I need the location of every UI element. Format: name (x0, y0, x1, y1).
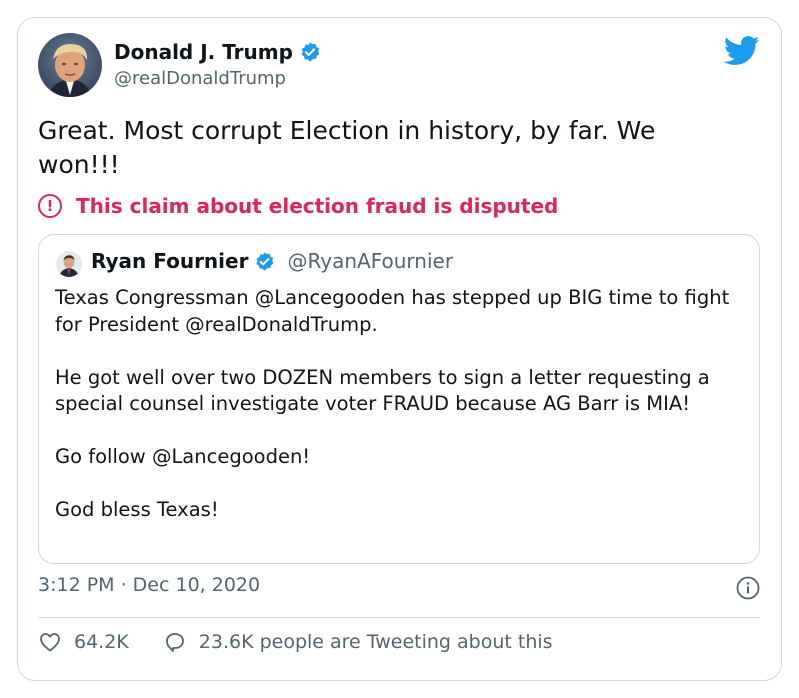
quoted-paragraph: Go follow @Lancegooden! (55, 445, 311, 468)
conversation-text: 23.6K people are Tweeting about this (198, 631, 553, 653)
quoted-tweet[interactable]: Ryan Fournier @RyanAFournier Texas Congr… (38, 234, 760, 564)
tweet-card: Donald J. Trump @realDonaldTrump Great. … (17, 17, 782, 681)
author-name[interactable]: Donald J. Trump (114, 40, 321, 64)
divider (38, 617, 760, 618)
speech-bubble-icon (165, 633, 184, 652)
tweet-timestamp[interactable]: 3:12 PM · Dec 10, 2020 (38, 574, 260, 596)
author-name-text: Donald J. Trump (114, 40, 293, 64)
quoted-author-name[interactable]: Ryan Fournier (91, 249, 248, 273)
tweet-text-line: won!!! (38, 150, 120, 179)
tweet-text-line: Great. Most corrupt Election in history,… (38, 116, 656, 145)
quoted-author-handle[interactable]: @RyanAFournier (287, 249, 453, 273)
quoted-paragraph: Texas Congressman @Lancegooden has stepp… (55, 286, 730, 336)
disputed-notice[interactable]: ! This claim about election fraud is dis… (38, 194, 558, 218)
conversation-link[interactable]: 23.6K people are Tweeting about this (163, 630, 553, 654)
verified-badge-icon (256, 251, 274, 271)
info-icon[interactable] (736, 576, 760, 600)
quoted-tweet-body: Texas Congressman @Lancegooden has stepp… (55, 285, 755, 524)
disputed-notice-text: This claim about election fraud is dispu… (76, 194, 559, 218)
verified-badge-icon (301, 42, 320, 62)
quoted-paragraph: God bless Texas! (55, 498, 219, 521)
like-button[interactable]: 64.2K (38, 630, 129, 654)
twitter-bird-icon[interactable] (724, 36, 760, 66)
heart-icon (40, 633, 60, 652)
tweet-actions: 64.2K 23.6K people are Tweeting about th… (38, 630, 553, 654)
quoted-header: Ryan Fournier @RyanAFournier (91, 249, 453, 273)
like-count: 64.2K (74, 631, 129, 653)
exclamation-circle-icon: ! (38, 194, 62, 218)
tweet-text: Great. Most corrupt Election in history,… (38, 114, 758, 182)
quoted-paragraph: He got well over two DOZEN members to si… (55, 365, 710, 416)
author-handle[interactable]: @realDonaldTrump (114, 68, 286, 89)
quoted-author-avatar (56, 251, 82, 277)
author-avatar[interactable] (38, 33, 102, 97)
